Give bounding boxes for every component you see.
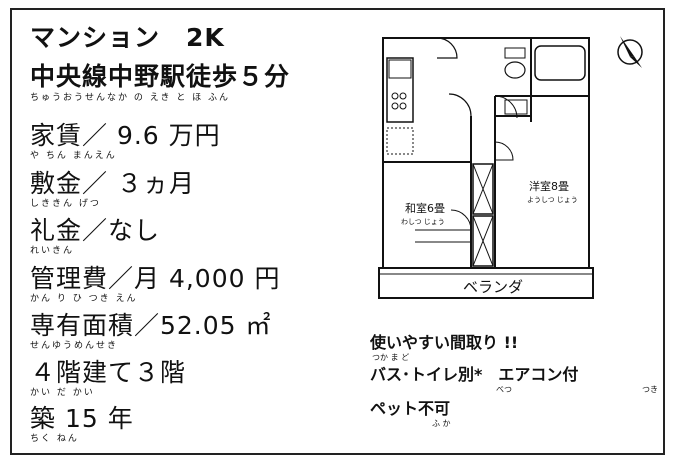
floor-level: ４階建て３階 <box>30 358 187 387</box>
compass-north-icon <box>617 36 643 68</box>
japanese-room-label: 和室6畳 <box>405 201 445 215</box>
station-ruby: ちゅうおうせんなか の えき と ほ ふん <box>30 93 231 103</box>
feature-layout: 使いやすい間取り !! <box>370 333 519 352</box>
japanese-room-ruby: わしつ じょう <box>401 218 445 226</box>
veranda-label: ベランダ <box>463 278 523 296</box>
deposit: 敷金／ ３ヵ月 <box>30 169 195 198</box>
listing-card: マンション 2K 中央線中野駅徒歩５分 ちゅうおうせんなか の えき と ほ ふ… <box>10 8 665 455</box>
floor-area: 専有面積／52.05 ㎡ <box>30 311 272 340</box>
floor-area-ruby: せんゆうめんせき <box>30 341 119 351</box>
station-access: 中央線中野駅徒歩５分 <box>30 62 291 91</box>
floor-level-ruby: かい だ かい <box>30 388 95 398</box>
feature-layout-ruby: つか ま ど <box>372 353 410 362</box>
feature-pets: ペット不可 <box>370 399 451 418</box>
building-age-ruby: ちく ねん <box>30 434 79 444</box>
western-room-label: 洋室8畳 <box>529 179 569 193</box>
deposit-ruby: しききん げつ <box>30 199 101 209</box>
floorplan-diagram: 洋室8畳 ようしつ じょう 和室6畳 わしつ じょう ベランダ <box>378 37 594 299</box>
key-money-ruby: れいきん <box>30 246 75 256</box>
feature-pets-ruby: ふ か <box>432 419 451 428</box>
rent-ruby: や ちん まんえん <box>30 151 117 161</box>
management-fee-ruby: かん り ひ つき えん <box>30 294 138 304</box>
building-age: 築 15 年 <box>30 404 134 433</box>
property-type: マンション 2K <box>30 23 225 52</box>
western-room-ruby: ようしつ じょう <box>527 196 578 204</box>
feature-aircon-ruby: つき <box>642 385 658 394</box>
feature-bath-ruby: べつ <box>496 385 512 394</box>
feature-bath-aircon: バス･トイレ別* エアコン付 <box>370 365 579 384</box>
rent: 家賃／ 9.6 万円 <box>30 121 221 150</box>
management-fee: 管理費／月 4,000 円 <box>30 264 281 293</box>
key-money: 礼金／なし <box>30 216 161 245</box>
